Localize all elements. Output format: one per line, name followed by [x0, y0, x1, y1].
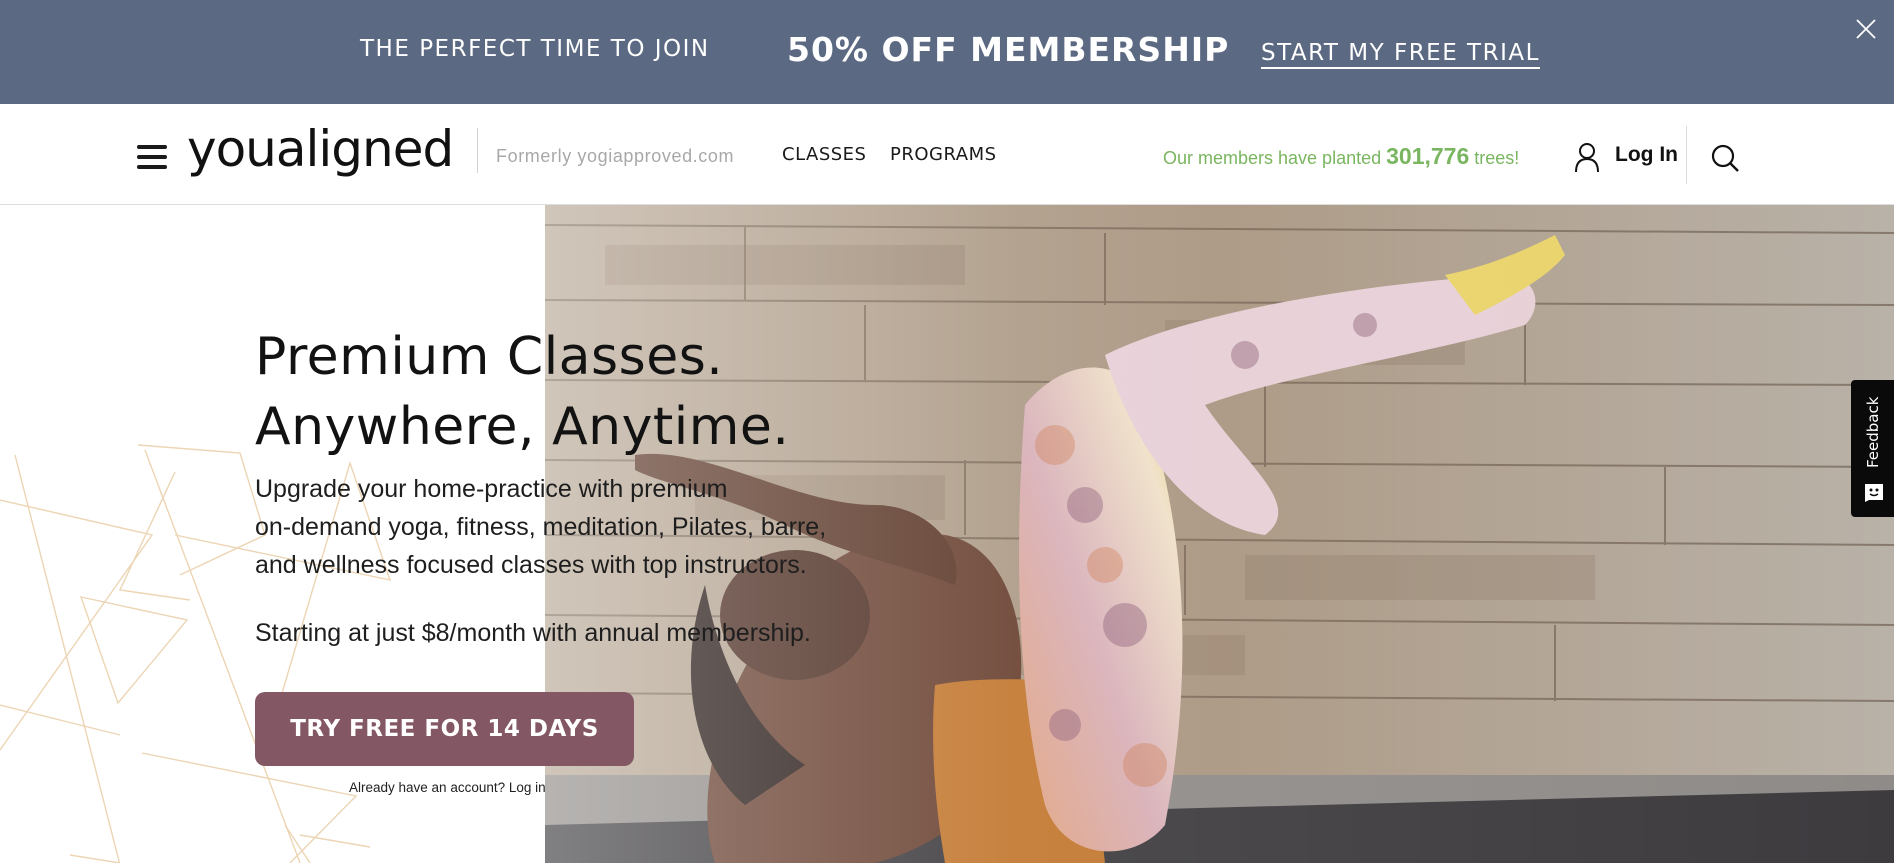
- trees-prefix: Our members have planted: [1163, 148, 1387, 168]
- hero-headline: Premium Classes. Anywhere, Anytime.: [255, 322, 789, 462]
- hamburger-menu-icon[interactable]: [137, 145, 167, 169]
- promo-lead-text: THE PERFECT TIME TO JOIN: [360, 36, 710, 62]
- trees-count: 301,776: [1386, 143, 1470, 169]
- trees-planted-counter: Our members have planted 301,776 trees!: [1163, 143, 1519, 170]
- hero-description: Upgrade your home-practice with premium …: [255, 470, 895, 584]
- headline-line-1: Premium Classes.: [255, 327, 724, 387]
- logo-divider: [477, 128, 478, 173]
- header-divider: [1686, 126, 1687, 184]
- trees-suffix: trees!: [1469, 148, 1520, 168]
- try-free-button[interactable]: TRY FREE FOR 14 DAYS: [255, 692, 634, 766]
- description-line-2: on-demand yoga, fitness, meditation, Pil…: [255, 513, 827, 541]
- promo-offer-text: 50% OFF MEMBERSHIP: [787, 30, 1230, 69]
- nav-classes[interactable]: CLASSES: [782, 144, 866, 165]
- nav-programs[interactable]: PROGRAMS: [890, 144, 997, 165]
- logo[interactable]: youaligned: [187, 120, 454, 178]
- description-line-1: Upgrade your home-practice with premium: [255, 475, 728, 503]
- already-have-account-login-link[interactable]: Already have an account? Log in: [349, 780, 546, 795]
- start-free-trial-link[interactable]: START MY FREE TRIAL: [1261, 40, 1540, 69]
- feedback-label: Feedback: [1864, 396, 1882, 468]
- user-icon[interactable]: [1574, 142, 1600, 173]
- pricing-text: Starting at just $8/month with annual me…: [255, 619, 811, 647]
- login-link[interactable]: Log In: [1615, 143, 1678, 167]
- headline-line-2: Anywhere, Anytime.: [255, 397, 790, 457]
- promo-banner: THE PERFECT TIME TO JOIN 50% OFF MEMBERS…: [0, 0, 1894, 104]
- search-icon[interactable]: [1710, 143, 1740, 173]
- formerly-text: Formerly yogiapproved.com: [496, 146, 735, 166]
- description-line-3: and wellness focused classes with top in…: [255, 551, 807, 579]
- smiley-chat-icon: [1863, 480, 1885, 502]
- close-icon[interactable]: [1854, 17, 1878, 41]
- feedback-tab[interactable]: Feedback: [1851, 380, 1894, 517]
